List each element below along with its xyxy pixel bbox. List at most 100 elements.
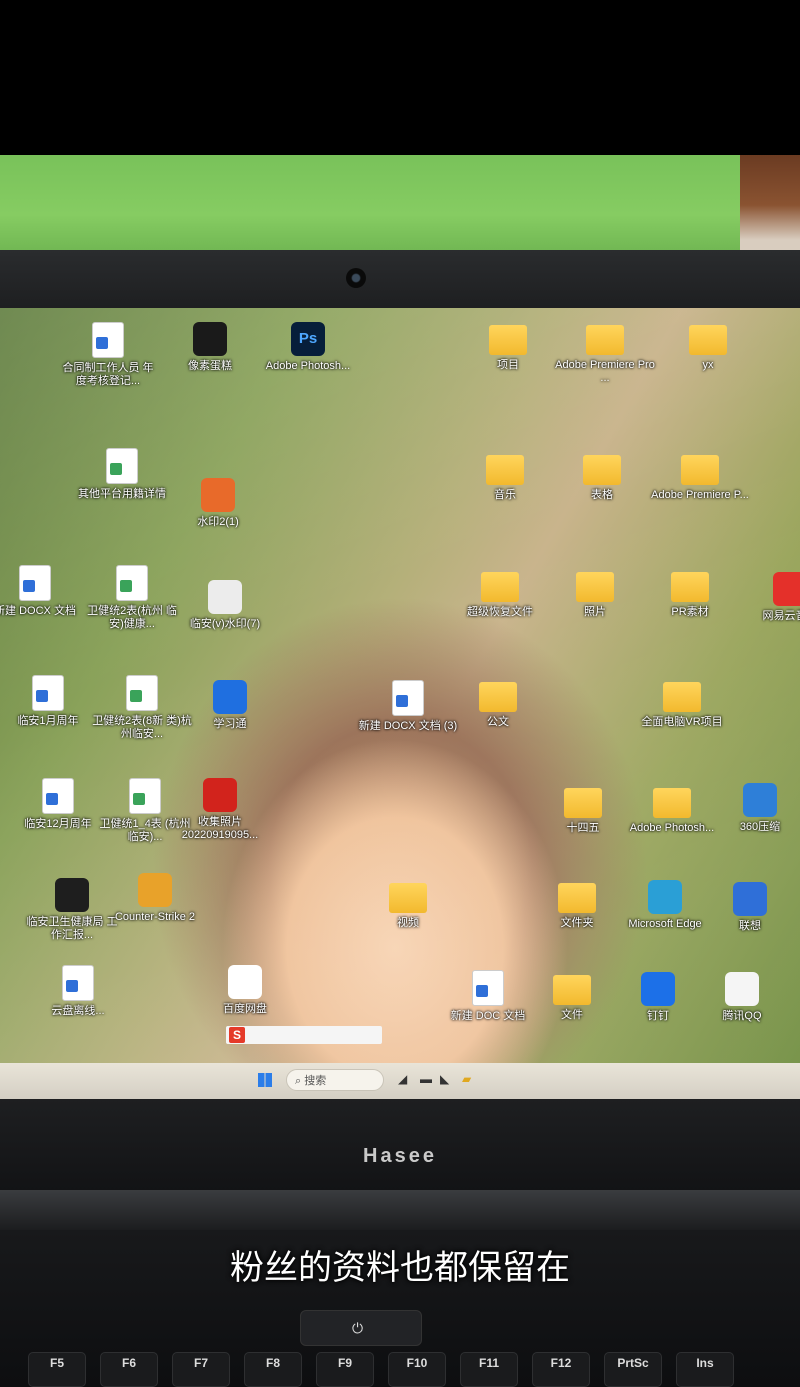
webcam-icon xyxy=(346,268,366,288)
desktop-icon[interactable]: 项目 xyxy=(458,325,558,372)
desktop-icon[interactable]: 像素蛋糕 xyxy=(160,322,260,373)
black-letterbox xyxy=(0,0,800,155)
desktop-icon[interactable]: 合同制工作人员 年度考核登记... xyxy=(58,322,158,388)
desktop-icon[interactable]: Counter-Strike 2 xyxy=(105,873,205,924)
desktop-icon[interactable]: 超级恢复文件 xyxy=(450,572,550,619)
desktop-icon[interactable]: 公文 xyxy=(448,682,548,729)
desktop-icon-label: 公文 xyxy=(487,716,509,728)
desktop-icon[interactable]: 十四五 xyxy=(533,788,633,835)
desktop-icon[interactable]: 360压缩 xyxy=(710,783,800,834)
app-icon xyxy=(203,778,237,812)
desktop-icon[interactable]: 水印2(1) xyxy=(168,478,268,529)
ime-toolbar[interactable] xyxy=(226,1026,382,1044)
desktop-icon[interactable]: 腾讯QQ xyxy=(692,972,792,1023)
sogou-ime-icon[interactable]: S xyxy=(229,1027,245,1043)
desktop-icon[interactable]: 音乐 xyxy=(455,455,555,502)
word-document-icon xyxy=(32,675,64,711)
function-key[interactable]: F12 xyxy=(532,1352,590,1387)
desktop-icon[interactable]: 临安(v)水印(7) xyxy=(175,580,275,631)
desktop-icon-label: 项目 xyxy=(497,359,519,371)
desktop-icon[interactable]: 照片 xyxy=(545,572,645,619)
taskbar-app-icon[interactable]: ◢ xyxy=(398,1072,407,1086)
word-document-icon xyxy=(62,965,94,1001)
folder-icon xyxy=(583,455,621,485)
function-key[interactable]: F10 xyxy=(388,1352,446,1387)
desktop-icon[interactable]: 收集照片 20220919095... xyxy=(170,778,270,842)
app-icon xyxy=(641,972,675,1006)
desktop-icon[interactable]: Adobe Premiere Pro ... xyxy=(555,325,655,385)
desktop-icon-label: 超级恢复文件 xyxy=(467,606,533,618)
power-icon: ⏻ xyxy=(352,1320,364,1336)
desktop-icon-label: 视频 xyxy=(397,917,419,929)
desktop-icon[interactable]: 学习通 xyxy=(180,680,280,731)
desktop-icon[interactable]: 全面电脑VR项目 xyxy=(632,682,732,729)
desktop-icon-label: 全面电脑VR项目 xyxy=(641,716,723,728)
desktop-icon[interactable]: 新建 DOCX 文档 (3) xyxy=(358,680,458,733)
taskbar-app-icon[interactable]: ▬ xyxy=(420,1072,432,1086)
desktop-icon[interactable]: 卫健统2表(8新 类)杭州临安... xyxy=(92,675,192,741)
desktop-icon-label: 文件夹 xyxy=(560,917,594,929)
taskbar-folder-icon[interactable]: ▰ xyxy=(462,1072,471,1086)
desktop-icon[interactable]: 文件夹 xyxy=(527,883,627,930)
folder-icon xyxy=(479,682,517,712)
desktop-icon[interactable]: Ps Adobe Photosh... xyxy=(258,322,358,373)
desktop-icon[interactable]: yx xyxy=(658,325,758,372)
folder-icon xyxy=(558,883,596,913)
desktop-icon-label: 百度网盘 xyxy=(223,1003,267,1015)
video-subtitle: 粉丝的资料也都保留在 xyxy=(230,1248,570,1288)
desktop-icon-label: 新建 DOCX 文档 xyxy=(0,605,76,617)
function-key[interactable]: PrtSc xyxy=(604,1352,662,1387)
desktop-icon[interactable]: 表格 xyxy=(552,455,652,502)
desktop-icon[interactable]: Adobe Premiere P... xyxy=(650,455,750,502)
desktop-icon-label: 腾讯QQ xyxy=(722,1010,762,1022)
desktop-icon-label: 新建 DOCX 文档 (3) xyxy=(358,720,458,732)
desktop-icon[interactable]: PR素材 xyxy=(640,572,740,619)
desktop-icon[interactable]: 临安1月周年 xyxy=(0,675,98,728)
desktop-icon[interactable]: 网易云音乐 xyxy=(740,572,800,623)
spreadsheet-document-icon xyxy=(106,448,138,484)
desktop-icon[interactable]: 其他平台用籍详情 xyxy=(72,448,172,501)
desktop-icon-label: 临安(v)水印(7) xyxy=(189,618,261,630)
desktop-icon[interactable]: 文件 xyxy=(522,975,622,1022)
app-icon xyxy=(193,322,227,356)
folder-icon xyxy=(653,788,691,818)
desktop-icon-label: 水印2(1) xyxy=(197,516,239,528)
function-key[interactable]: F6 xyxy=(100,1352,158,1387)
windows-start-icon[interactable] xyxy=(258,1073,272,1087)
desktop-icon-label: 学习通 xyxy=(213,718,247,730)
desktop-icon-label: 联想 xyxy=(739,920,761,932)
taskbar-search[interactable]: ⌕ 搜索 xyxy=(286,1069,384,1091)
function-key[interactable]: Ins xyxy=(676,1352,734,1387)
desktop-icon[interactable]: 联想 xyxy=(700,882,800,933)
word-document-icon xyxy=(392,680,424,716)
desktop-icon[interactable]: 临安12月周年 xyxy=(8,778,108,831)
app-icon xyxy=(648,880,682,914)
word-document-icon xyxy=(472,970,504,1006)
folder-icon xyxy=(486,455,524,485)
desktop-icon-label: 卫健统2表(杭州 临安)健康... xyxy=(87,605,177,630)
desktop-icon-label: 音乐 xyxy=(494,489,516,501)
desktop-icon[interactable]: 视频 xyxy=(358,883,458,930)
desktop-icon[interactable]: Adobe Photosh... xyxy=(622,788,722,835)
function-key[interactable]: F11 xyxy=(460,1352,518,1387)
app-icon xyxy=(138,873,172,907)
desktop-icon[interactable]: 新建 DOCX 文档 xyxy=(0,565,85,618)
word-document-icon xyxy=(92,322,124,358)
function-key[interactable]: F7 xyxy=(172,1352,230,1387)
app-icon xyxy=(228,965,262,999)
function-key[interactable]: F5 xyxy=(28,1352,86,1387)
desktop-icon-label: 网易云音乐 xyxy=(762,610,800,622)
desktop-icon[interactable]: 百度网盘 xyxy=(195,965,295,1016)
function-key[interactable]: F9 xyxy=(316,1352,374,1387)
desktop-icon[interactable]: 卫健统2表(杭州 临安)健康... xyxy=(82,565,182,631)
photo-scene: 合同制工作人员 年度考核登记... 像素蛋糕 Ps Adobe Photosh... 项… xyxy=(0,0,800,1387)
search-label: 搜索 xyxy=(304,1075,327,1087)
desktop-icon-label: 文件 xyxy=(561,1009,583,1021)
desktop-icon-label: 收集照片 20220919095... xyxy=(181,816,259,841)
taskbar-app-icon[interactable]: ◣ xyxy=(440,1072,449,1086)
desktop-icon-label: Adobe Premiere Pro ... xyxy=(555,359,655,384)
spreadsheet-document-icon xyxy=(116,565,148,601)
desktop-icon[interactable]: 云盘离线... xyxy=(28,965,128,1018)
function-key[interactable]: F8 xyxy=(244,1352,302,1387)
word-document-icon xyxy=(42,778,74,814)
